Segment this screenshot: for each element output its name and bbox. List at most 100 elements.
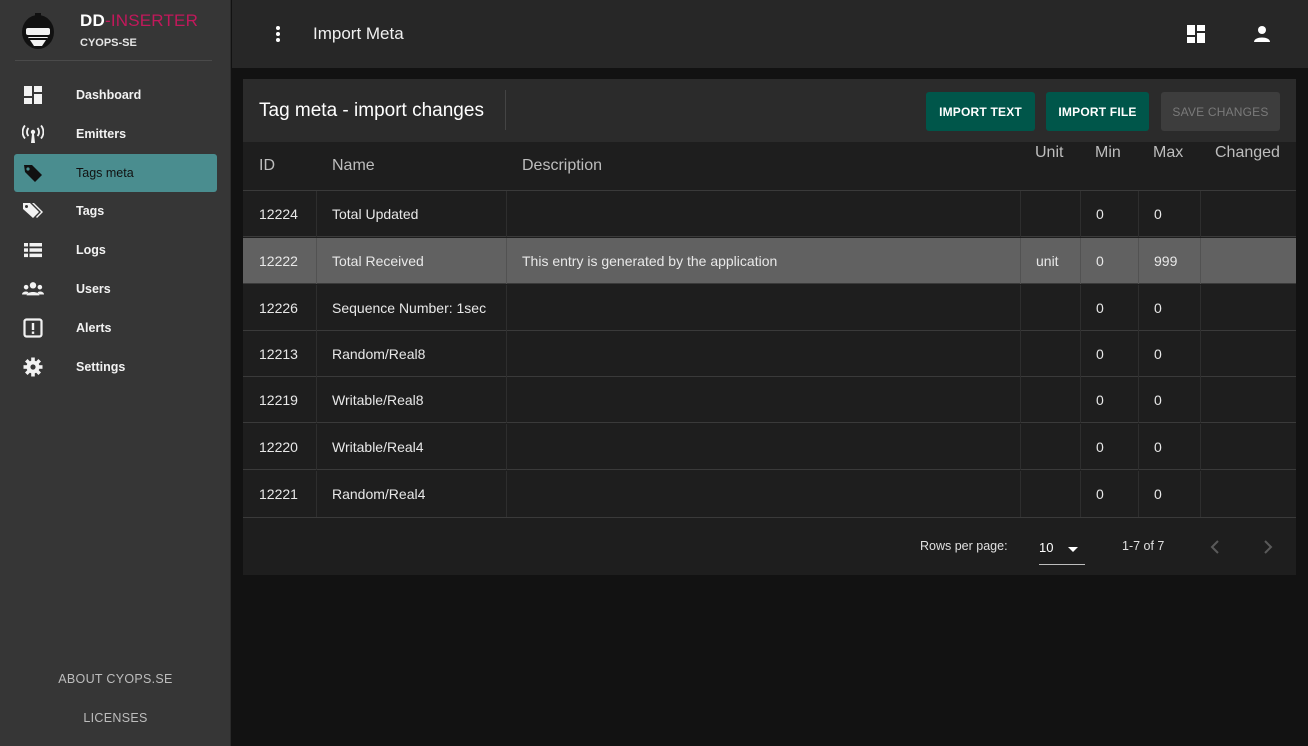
chevron-right-icon	[1264, 540, 1273, 554]
cell-id: 12219	[259, 392, 298, 408]
cell-divider	[1080, 285, 1081, 331]
sidebar-item-users[interactable]: Users	[14, 270, 217, 308]
cell-min: 0	[1096, 486, 1104, 502]
card-header: Tag meta - import changes IMPORT TEXT IM…	[243, 79, 1296, 142]
table-footer: Rows per page: 10 1-7 of 7	[243, 519, 1296, 575]
cell-min: 0	[1096, 300, 1104, 316]
sidebar-item-dashboard[interactable]: Dashboard	[14, 76, 217, 114]
column-header-name[interactable]: Name	[332, 157, 375, 175]
column-header-max[interactable]: Max	[1153, 144, 1183, 162]
rows-per-page-label: Rows per page:	[920, 539, 1008, 553]
sidebar-item-logs[interactable]: Logs	[14, 231, 217, 269]
cell-divider	[506, 471, 507, 517]
dashboard-toggle-button[interactable]	[1184, 22, 1208, 46]
cell-divider	[1138, 238, 1139, 284]
cell-divider	[1200, 424, 1201, 470]
cell-divider	[1020, 331, 1021, 377]
sidebar-item-tags[interactable]: Tags	[14, 192, 217, 230]
sidebar: DD-INSERTER CYOPS-SE Dashboard Emitters	[0, 0, 231, 746]
column-header-changed[interactable]: Changed	[1215, 144, 1280, 162]
table-row-selected[interactable]: 12222 Total Received This entry is gener…	[243, 238, 1296, 284]
cell-divider	[1020, 424, 1021, 470]
sidebar-item-tags-meta[interactable]: Tags meta	[14, 153, 217, 192]
table-row[interactable]: 12213 Random/Real8 0 0	[243, 331, 1296, 377]
table-header: ID Name Description Unit Min Max Changed	[243, 142, 1296, 191]
sidebar-item-emitters[interactable]: Emitters	[14, 115, 217, 153]
rows-per-page-select[interactable]: 10	[1039, 533, 1085, 565]
table-row[interactable]: 12221 Random/Real4 0 0	[243, 471, 1296, 518]
cell-max: 0	[1154, 206, 1162, 222]
gear-icon	[22, 357, 44, 377]
cell-unit: unit	[1036, 253, 1059, 269]
cell-divider	[1138, 424, 1139, 470]
sidebar-item-label: Alerts	[76, 320, 112, 335]
sidebar-nav: Dashboard Emitters Tags meta Tags Logs U…	[14, 76, 217, 386]
cell-divider	[1200, 377, 1201, 423]
cell-min: 0	[1096, 206, 1104, 222]
cell-divider	[1020, 285, 1021, 331]
licenses-link[interactable]: LICENSES	[0, 711, 231, 725]
helmet-logo-icon	[22, 13, 54, 49]
account-button[interactable]	[1250, 22, 1274, 46]
cell-max: 0	[1154, 486, 1162, 502]
sidebar-item-label: Emitters	[76, 126, 127, 141]
cell-divider	[1080, 471, 1081, 517]
rows-per-page-value: 10	[1039, 540, 1054, 555]
cell-id: 12226	[259, 300, 298, 316]
more-vert-button[interactable]	[266, 20, 290, 48]
sidebar-item-settings[interactable]: Settings	[14, 348, 217, 386]
cell-divider	[1080, 377, 1081, 423]
cell-name: Random/Real8	[332, 346, 426, 362]
previous-page-button[interactable]	[1203, 535, 1227, 559]
users-icon	[22, 279, 44, 299]
cell-id: 12221	[259, 486, 298, 502]
next-page-button[interactable]	[1256, 535, 1280, 559]
header-divider	[505, 90, 506, 130]
cell-divider	[1138, 471, 1139, 517]
cell-divider	[506, 238, 507, 284]
cell-divider	[1080, 238, 1081, 284]
cell-divider	[316, 331, 317, 377]
cell-min: 0	[1096, 346, 1104, 362]
column-header-description[interactable]: Description	[522, 157, 602, 175]
table-row[interactable]: 12224 Total Updated 0 0	[243, 191, 1296, 237]
card-title: Tag meta - import changes	[259, 100, 484, 121]
cell-divider	[316, 377, 317, 423]
cell-id: 12220	[259, 439, 298, 455]
brand-name-part2: -INSERTER	[104, 11, 199, 30]
about-link[interactable]: ABOUT CYOPS.SE	[0, 672, 231, 686]
save-changes-button[interactable]: SAVE CHANGES	[1161, 92, 1280, 131]
column-header-unit[interactable]: Unit	[1035, 144, 1063, 162]
cell-name: Sequence Number: 1sec	[332, 300, 487, 316]
cell-divider	[506, 331, 507, 377]
cell-divider	[1020, 471, 1021, 517]
table-row[interactable]: 12220 Writable/Real4 0 0	[243, 424, 1296, 470]
cell-max: 0	[1154, 346, 1162, 362]
sidebar-item-label: Tags	[76, 204, 105, 219]
sidebar-item-label: Settings	[76, 359, 126, 374]
cell-id: 12213	[259, 346, 298, 362]
import-text-button[interactable]: IMPORT TEXT	[926, 92, 1035, 131]
sidebar-item-label: Users	[76, 281, 111, 296]
top-app-bar: Import Meta	[232, 0, 1308, 68]
cell-max: 999	[1154, 253, 1178, 269]
app-root: DD-INSERTER CYOPS-SE Dashboard Emitters	[0, 0, 1308, 746]
cell-divider	[1200, 331, 1201, 377]
column-header-id[interactable]: ID	[259, 157, 275, 175]
sidebar-item-alerts[interactable]: Alerts	[14, 309, 217, 347]
import-file-button[interactable]: IMPORT FILE	[1046, 92, 1149, 131]
cell-divider	[316, 238, 317, 284]
brand-name: DD-INSERTER	[80, 11, 198, 31]
cell-divider	[1080, 424, 1081, 470]
cell-divider	[506, 191, 507, 237]
table-row[interactable]: 12226 Sequence Number: 1sec 0 0	[243, 285, 1296, 331]
brand-name-part1: DD	[80, 11, 105, 30]
brand: DD-INSERTER CYOPS-SE	[0, 0, 231, 62]
column-header-min[interactable]: Min	[1095, 144, 1121, 162]
table-row[interactable]: 12219 Writable/Real8 0 0	[243, 377, 1296, 423]
cell-id: 12224	[259, 206, 298, 222]
cell-min: 0	[1096, 253, 1104, 269]
cell-divider	[316, 191, 317, 237]
cell-divider	[506, 285, 507, 331]
cell-divider	[316, 424, 317, 470]
